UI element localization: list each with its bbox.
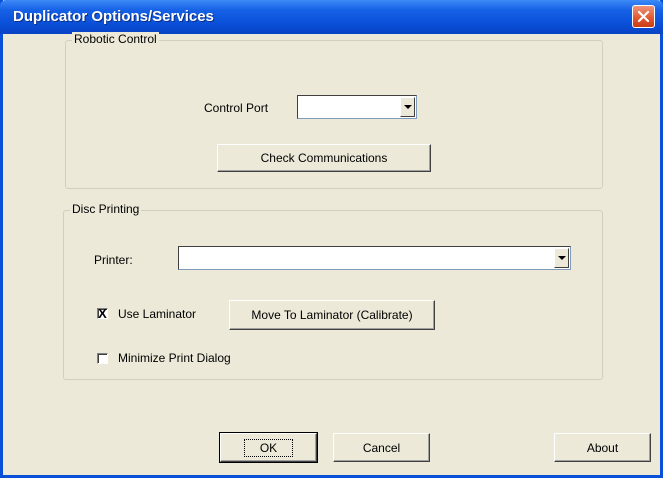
window-title: Duplicator Options/Services	[13, 8, 214, 25]
control-port-dropdown-button[interactable]	[400, 97, 415, 117]
chevron-down-icon	[403, 105, 412, 109]
printer-select[interactable]	[178, 246, 571, 270]
control-port-label: Control Port	[204, 101, 269, 115]
cancel-button[interactable]: Cancel	[333, 433, 430, 462]
title-bar[interactable]: Duplicator Options/Services	[0, 0, 663, 34]
use-laminator-label[interactable]: Use Laminator	[118, 307, 196, 321]
minimize-print-dialog-label[interactable]: Minimize Print Dialog	[118, 351, 231, 365]
printer-label: Printer:	[94, 253, 133, 267]
robotic-control-group: Robotic Control Control Port Check Commu…	[65, 32, 603, 189]
move-to-laminator-button[interactable]: Move To Laminator (Calibrate)	[229, 300, 435, 330]
robotic-control-legend: Robotic Control	[72, 32, 159, 46]
dialog-window: Duplicator Options/Services Robotic Cont…	[0, 0, 663, 478]
move-to-laminator-label: Move To Laminator (Calibrate)	[251, 308, 413, 322]
close-icon	[637, 10, 650, 23]
about-label: About	[586, 440, 619, 455]
check-mark-icon: X	[98, 306, 107, 321]
cancel-label: Cancel	[362, 440, 401, 455]
disc-printing-group: Disc Printing Printer: X Use Laminator M…	[63, 202, 603, 380]
about-button[interactable]: About	[554, 433, 651, 462]
chevron-down-icon	[557, 256, 566, 260]
use-laminator-checkbox[interactable]: X	[97, 306, 108, 321]
ok-button[interactable]: OK	[219, 432, 318, 463]
disc-printing-legend: Disc Printing	[70, 202, 142, 216]
ok-label: OK	[243, 438, 294, 457]
close-button[interactable]	[632, 5, 655, 28]
check-communications-label: Check Communications	[260, 151, 388, 165]
control-port-select[interactable]	[297, 95, 417, 119]
check-communications-button[interactable]: Check Communications	[217, 144, 431, 172]
minimize-print-dialog-checkbox[interactable]	[97, 353, 108, 364]
printer-dropdown-button[interactable]	[554, 248, 569, 268]
